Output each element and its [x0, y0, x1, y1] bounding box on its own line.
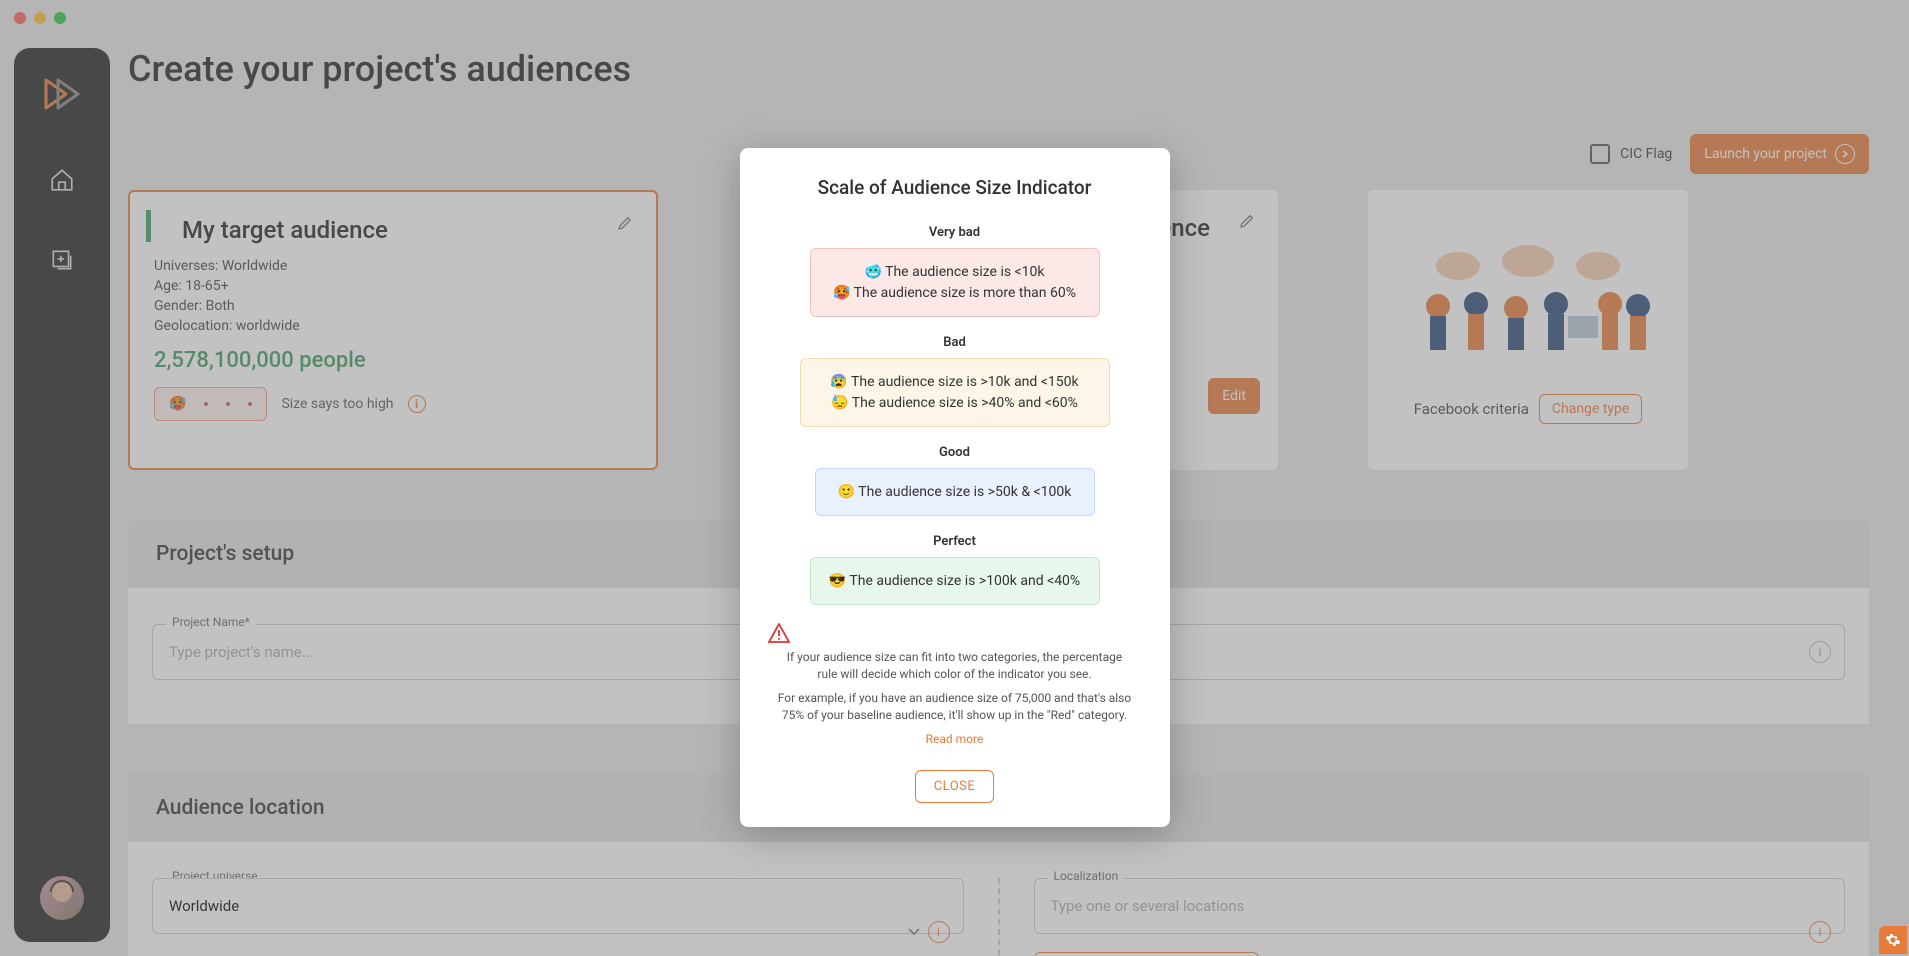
scale-label-very-bad: Very bad	[768, 225, 1142, 240]
modal-help-2: For example, if you have an audience siz…	[768, 690, 1142, 725]
scale-label-bad: Bad	[768, 335, 1142, 350]
scale-label-perfect: Perfect	[768, 534, 1142, 549]
scale-box-bad: 😰 The audience size is >10k and <150k 😓 …	[800, 358, 1110, 427]
modal-title: Scale of Audience Size Indicator	[768, 176, 1142, 199]
read-more-link[interactable]: Read more	[926, 732, 984, 746]
modal-help-1: If your audience size can fit into two c…	[768, 649, 1142, 684]
settings-gear-icon[interactable]	[1879, 926, 1907, 954]
scale-indicator-modal: Scale of Audience Size Indicator Very ba…	[740, 148, 1170, 827]
scale-box-perfect: 😎 The audience size is >100k and <40%	[810, 557, 1100, 605]
modal-overlay[interactable]: Scale of Audience Size Indicator Very ba…	[0, 0, 1909, 956]
close-button[interactable]: CLOSE	[915, 770, 995, 803]
scale-box-good: 🙂 The audience size is >50k & <100k	[815, 468, 1095, 516]
scale-box-very-bad: 🥶 The audience size is <10k 🥵 The audien…	[810, 248, 1100, 317]
scale-label-good: Good	[768, 445, 1142, 460]
warning-icon	[768, 623, 1142, 643]
